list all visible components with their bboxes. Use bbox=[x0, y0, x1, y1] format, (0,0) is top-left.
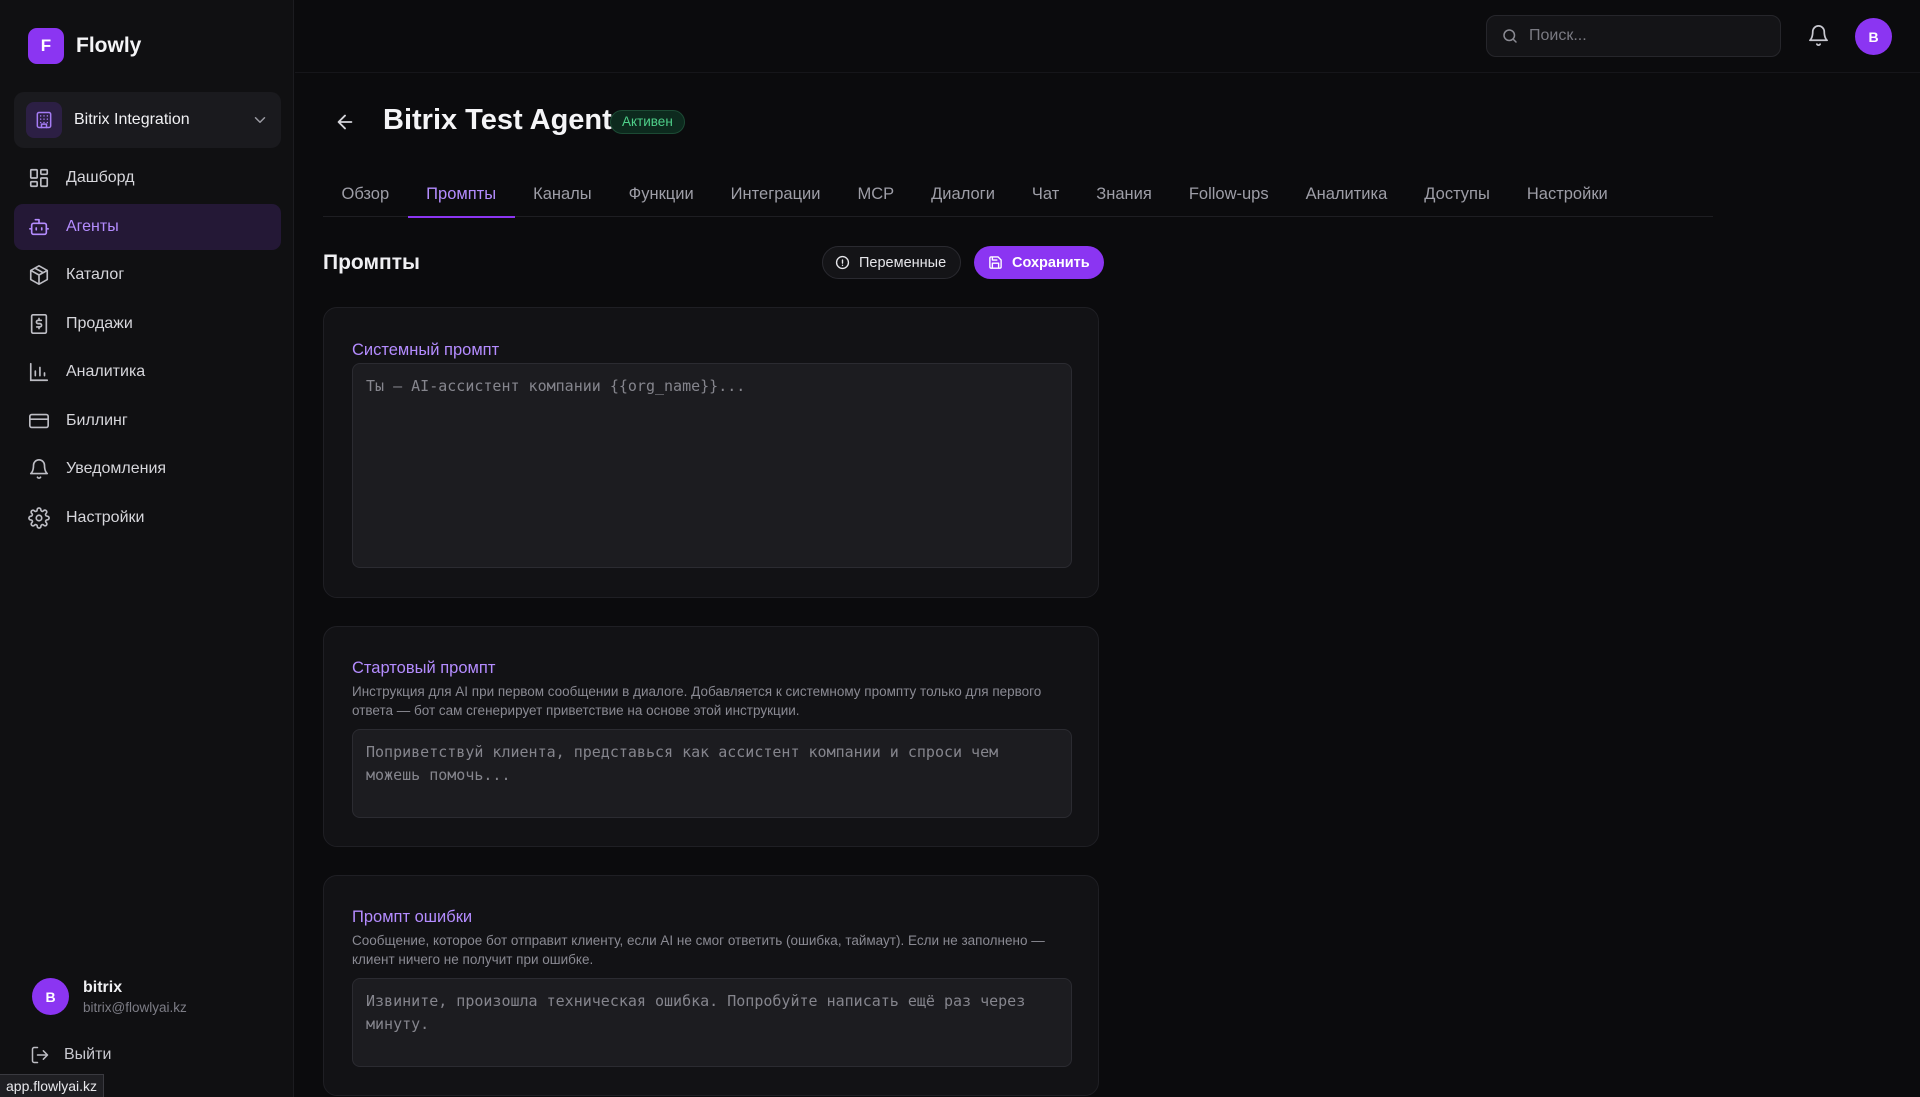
sidebar-item-catalog[interactable]: Каталог bbox=[14, 252, 281, 298]
tab-dialogs[interactable]: Диалоги bbox=[913, 175, 1014, 217]
chevron-down-icon[interactable] bbox=[251, 111, 269, 129]
start-prompt-card: Стартовый промпт Инструкция для AI при п… bbox=[323, 626, 1099, 847]
bot-icon bbox=[28, 216, 50, 238]
sidebar-item-label: Уведомления bbox=[66, 460, 167, 477]
avatar: B bbox=[32, 978, 69, 1015]
error-prompt-label: Промпт ошибки bbox=[352, 908, 473, 926]
variables-label: Переменные bbox=[859, 254, 947, 271]
tab-settings[interactable]: Настройки bbox=[1508, 175, 1626, 217]
logout-icon bbox=[30, 1045, 50, 1065]
start-prompt-description: Инструкция для AI при первом сообщении в… bbox=[352, 684, 1042, 718]
tab-prompts[interactable]: Промпты bbox=[407, 175, 515, 218]
sidebar-item-label: Агенты bbox=[66, 217, 119, 235]
user-profile[interactable]: B bitrix bitrix@flowlyai.kz bbox=[32, 978, 187, 1015]
sidebar-item-notifications[interactable]: Уведомления bbox=[14, 446, 281, 492]
sidebar-item-label: Настройки bbox=[66, 508, 145, 526]
tab-overview[interactable]: Обзор bbox=[323, 175, 408, 217]
user-name: bitrix bbox=[83, 978, 123, 996]
save-button[interactable]: Сохранить bbox=[974, 246, 1104, 279]
tab-chat[interactable]: Чат bbox=[1013, 175, 1077, 217]
tab-knowledge[interactable]: Знания bbox=[1078, 175, 1171, 217]
start-prompt-label: Стартовый промпт bbox=[352, 659, 496, 677]
workspace-selector[interactable]: Bitrix Integration bbox=[14, 92, 281, 148]
avatar[interactable]: B bbox=[1855, 18, 1892, 55]
error-prompt-textarea[interactable] bbox=[352, 978, 1072, 1067]
sidebar-item-settings[interactable]: Настройки bbox=[14, 495, 281, 541]
tab-channels[interactable]: Каналы bbox=[515, 175, 611, 217]
sidebar-nav: Дашборд Агенты Каталог Продажи Аналитика bbox=[14, 155, 281, 543]
sidebar-item-dashboard[interactable]: Дашборд bbox=[14, 155, 281, 201]
start-prompt-textarea[interactable] bbox=[352, 729, 1072, 818]
save-label: Сохранить bbox=[1012, 254, 1090, 271]
bell-icon bbox=[28, 458, 50, 480]
status-bar-url: app.flowlyai.kz bbox=[0, 1074, 105, 1097]
tab-integrations[interactable]: Интеграции bbox=[712, 175, 839, 217]
search-input[interactable] bbox=[1529, 27, 1749, 45]
package-icon bbox=[28, 264, 50, 286]
sidebar-item-label: Каталог bbox=[66, 266, 125, 283]
brand[interactable]: F Flowly bbox=[28, 28, 141, 64]
back-arrow-icon[interactable] bbox=[334, 111, 356, 133]
page-title: Bitrix Test Agent bbox=[383, 104, 612, 136]
sidebar: F Flowly Bitrix Integration Дашборд Аген… bbox=[0, 0, 294, 1097]
gear-icon bbox=[28, 506, 50, 529]
sidebar-item-label: Биллинг bbox=[66, 411, 128, 429]
section-title: Промпты bbox=[323, 251, 420, 274]
credit-card-icon bbox=[28, 410, 50, 432]
variables-button[interactable]: Переменные bbox=[822, 246, 962, 279]
tab-functions[interactable]: Функции bbox=[610, 175, 712, 217]
tab-mcp[interactable]: MCP bbox=[839, 175, 913, 217]
tab-follow-ups[interactable]: Follow-ups bbox=[1170, 175, 1287, 217]
tab-access[interactable]: Доступы bbox=[1406, 175, 1509, 217]
search-icon bbox=[1501, 27, 1519, 45]
logout-button[interactable]: Выйти bbox=[30, 1045, 111, 1065]
user-email: bitrix@flowlyai.kz bbox=[83, 999, 187, 1015]
save-icon bbox=[988, 255, 1003, 270]
system-prompt-card: Системный промпт bbox=[323, 307, 1099, 598]
error-prompt-card: Промпт ошибки Сообщение, которое бот отп… bbox=[323, 875, 1099, 1096]
logout-label: Выйти bbox=[64, 1046, 112, 1063]
system-prompt-textarea[interactable] bbox=[352, 363, 1072, 568]
building-icon bbox=[26, 102, 62, 138]
notification-bell-icon[interactable] bbox=[1807, 24, 1830, 47]
receipt-dollar-icon bbox=[28, 313, 50, 335]
sidebar-item-analytics[interactable]: Аналитика bbox=[14, 349, 281, 395]
dashboard-icon bbox=[28, 167, 50, 189]
search-box[interactable] bbox=[1486, 15, 1781, 57]
sidebar-item-sales[interactable]: Продажи bbox=[14, 301, 281, 347]
status-badge: Активен bbox=[610, 110, 685, 134]
sidebar-item-agents[interactable]: Агенты bbox=[14, 203, 281, 250]
info-icon bbox=[835, 255, 850, 270]
error-prompt-description: Сообщение, которое бот отправит клиенту,… bbox=[352, 933, 1045, 967]
sidebar-item-label: Аналитика bbox=[66, 363, 146, 380]
topbar: B bbox=[295, 0, 1920, 73]
sidebar-item-label: Дашборд bbox=[66, 169, 135, 186]
agent-tabs: Обзор Промпты Каналы Функции Интеграции … bbox=[323, 175, 1713, 218]
brand-name: Flowly bbox=[76, 34, 142, 57]
workspace-name: Bitrix Integration bbox=[74, 111, 190, 128]
brand-logo: F bbox=[28, 28, 64, 64]
system-prompt-label: Системный промпт bbox=[352, 341, 500, 359]
bar-chart-icon bbox=[28, 361, 50, 383]
sidebar-item-billing[interactable]: Биллинг bbox=[14, 398, 281, 444]
tab-analytics[interactable]: Аналитика bbox=[1287, 175, 1406, 217]
sidebar-item-label: Продажи bbox=[66, 314, 133, 332]
